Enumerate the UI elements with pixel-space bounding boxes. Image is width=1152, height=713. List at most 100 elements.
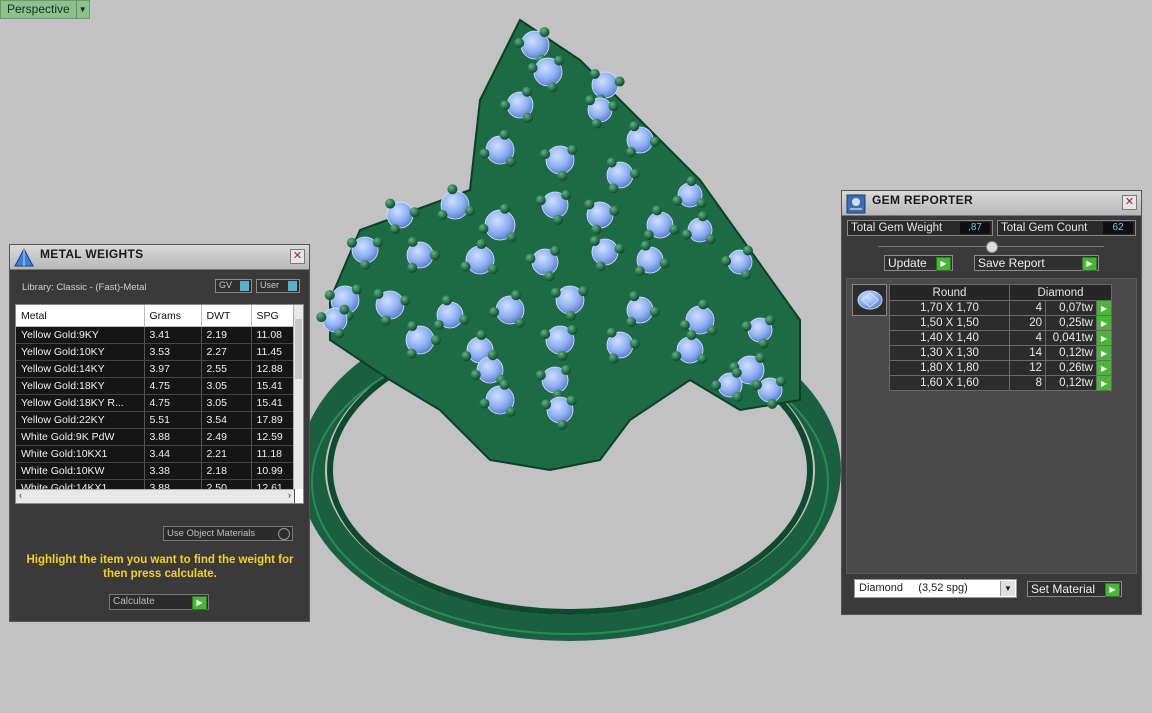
table-cell: 2.49 <box>201 428 252 446</box>
prong <box>614 243 625 254</box>
update-button[interactable]: Update ▶ <box>884 255 953 271</box>
metal-weights-header[interactable]: METAL WEIGHTS ✕ <box>10 245 309 270</box>
play-arrow-icon[interactable]: ▶ <box>1096 315 1112 331</box>
prong <box>470 369 481 380</box>
report-icon <box>846 194 866 214</box>
prong <box>765 315 776 326</box>
column-header[interactable]: SPG <box>251 305 295 327</box>
table-row[interactable]: Yellow Gold:14KY 3.97 2.55 12.88 <box>16 360 295 378</box>
prong <box>649 306 660 317</box>
play-arrow-icon[interactable]: ▶ <box>1096 360 1112 376</box>
prong <box>535 195 546 206</box>
gem-reporter-title: GEM REPORTER <box>872 193 973 207</box>
col-material: Diamond <box>1009 284 1112 301</box>
prong <box>557 419 568 430</box>
table-row[interactable]: Yellow Gold:9KY 3.41 2.19 11.08 <box>16 326 295 344</box>
prong <box>478 223 489 234</box>
table-cell: 11.08 <box>251 326 295 344</box>
viewport-mode-selector[interactable]: Perspective ▼ <box>0 0 90 19</box>
play-arrow-icon[interactable]: ▶ <box>1096 375 1112 391</box>
table-cell: White Gold:10KX1 <box>16 445 145 463</box>
table-row[interactable]: Yellow Gold:10KY 3.53 2.27 11.45 <box>16 343 295 361</box>
prong <box>488 264 499 275</box>
gem-row[interactable]: 1,70 X 1,70 4 0,07tw ▶ <box>889 300 1112 316</box>
material-select[interactable]: Diamond (3,52 spg) ▼ <box>854 579 1017 598</box>
table-cell: 3.41 <box>144 326 202 344</box>
table-cell: 3.44 <box>144 445 202 463</box>
prong <box>430 335 441 346</box>
horizontal-scrollbar[interactable]: ‹ › <box>16 489 294 503</box>
prong <box>606 157 617 168</box>
prong <box>541 399 552 410</box>
user-toggle[interactable]: User <box>256 279 300 293</box>
prong <box>479 398 490 409</box>
triangle-down-icon[interactable]: ▼ <box>1000 581 1015 596</box>
prong <box>409 207 420 218</box>
table-cell: 4.75 <box>144 394 202 412</box>
chevron-right-icon[interactable]: › <box>288 490 291 500</box>
prong <box>544 271 555 282</box>
play-arrow-icon: ▶ <box>192 596 207 610</box>
triangle-down-icon[interactable]: ▼ <box>75 1 89 18</box>
table-row[interactable]: Yellow Gold:18KY R... 4.75 3.05 15.41 <box>16 394 295 412</box>
table-cell: Yellow Gold:18KY <box>16 377 145 395</box>
set-material-button[interactable]: Set Material ▶ <box>1027 581 1122 597</box>
gem-cell: 0,12tw <box>1045 375 1097 391</box>
prong <box>316 312 327 323</box>
table-cell: White Gold:10KW <box>16 462 145 480</box>
prong <box>732 391 743 402</box>
play-arrow-icon: ▶ <box>1105 583 1120 597</box>
table-row[interactable]: Yellow Gold:18KY 4.75 3.05 15.41 <box>16 377 295 395</box>
ring-3d-model[interactable] <box>300 0 845 713</box>
prong <box>460 261 471 272</box>
prong <box>751 379 762 390</box>
calculate-label: Calculate <box>113 596 155 607</box>
prong <box>659 258 670 269</box>
use-object-materials-option[interactable]: Use Object Materials <box>163 526 293 541</box>
set-material-label: Set Material <box>1031 582 1096 596</box>
play-arrow-icon[interactable]: ▶ <box>1096 330 1112 346</box>
gem-reporter-header[interactable]: GEM REPORTER ✕ <box>842 191 1141 216</box>
prong <box>584 199 595 210</box>
prong <box>447 184 458 195</box>
play-arrow-icon[interactable]: ▶ <box>1096 300 1112 316</box>
vertical-scrollbar[interactable] <box>293 305 303 489</box>
prong <box>500 100 511 111</box>
column-header[interactable]: Metal <box>16 305 145 327</box>
table-row[interactable]: White Gold:10KX1 3.44 2.21 11.18 <box>16 445 295 463</box>
prong <box>767 398 778 409</box>
table-cell: 15.41 <box>251 394 295 412</box>
gem-row[interactable]: 1,60 X 1,60 8 0,12tw ▶ <box>889 375 1112 391</box>
gem-row[interactable]: 1,80 X 1,80 12 0,26tw ▶ <box>889 360 1112 376</box>
prong <box>697 211 708 222</box>
total-gem-count-field: Total Gem Count 62 <box>997 220 1136 236</box>
gem-cell: 20 <box>1009 315 1046 331</box>
prong <box>372 237 383 248</box>
gem-reporter-panel: GEM REPORTER ✕ Total Gem Weight ,87 Tota… <box>841 190 1142 615</box>
table-row[interactable]: White Gold:10KW 3.38 2.18 10.99 <box>16 462 295 480</box>
table-row[interactable]: Yellow Gold:22KY 5.51 3.54 17.89 <box>16 411 295 429</box>
prong <box>407 321 418 332</box>
close-icon[interactable]: ✕ <box>1122 195 1137 210</box>
gem-cell: 1,60 X 1,60 <box>889 375 1010 391</box>
gv-toggle[interactable]: GV <box>215 279 252 293</box>
save-report-button[interactable]: Save Report ▶ <box>974 255 1099 271</box>
close-icon[interactable]: ✕ <box>290 249 305 264</box>
collapse-knob-icon[interactable] <box>986 241 998 253</box>
chevron-left-icon[interactable]: ‹ <box>19 490 22 500</box>
table-row[interactable]: White Gold:9K PdW 3.88 2.49 12.59 <box>16 428 295 446</box>
gem-row[interactable]: 1,40 X 1,40 4 0,041tw ▶ <box>889 330 1112 346</box>
column-header[interactable]: DWT <box>201 305 252 327</box>
gem-cell: 1,70 X 1,70 <box>889 300 1010 316</box>
prong <box>585 95 596 106</box>
instruction-text: Highlight the item you want to find the … <box>26 554 294 580</box>
prong <box>339 304 350 315</box>
prong <box>608 101 619 112</box>
gem-row[interactable]: 1,50 X 1,50 20 0,25tw ▶ <box>889 315 1112 331</box>
gem-row[interactable]: 1,30 X 1,30 14 0,12tw ▶ <box>889 345 1112 361</box>
table-cell: Yellow Gold:18KY R... <box>16 394 145 412</box>
table-cell: Yellow Gold:9KY <box>16 326 145 344</box>
column-header[interactable]: Grams <box>144 305 202 327</box>
play-arrow-icon[interactable]: ▶ <box>1096 345 1112 361</box>
calculate-button[interactable]: Calculate ▶ <box>109 594 209 610</box>
